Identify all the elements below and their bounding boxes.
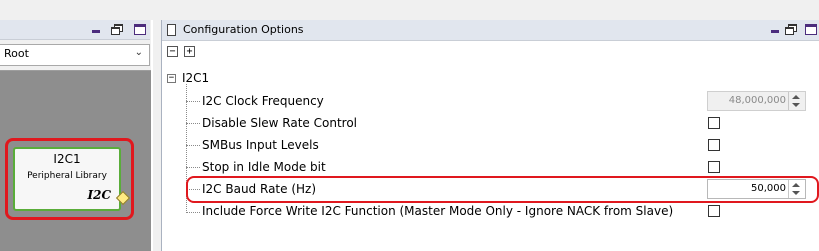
option-label-smbus-input-levels: SMBus Input Levels xyxy=(202,138,319,152)
tree-branch-line xyxy=(186,145,200,146)
clock-frequency-value: 48,000,000 xyxy=(728,95,786,106)
maximize-icon[interactable] xyxy=(805,24,817,35)
force-write-checkbox[interactable] xyxy=(708,205,720,217)
node-title: I2C1 xyxy=(53,152,81,166)
chevron-down-icon[interactable]: ⌄ xyxy=(135,47,143,58)
disable-slew-rate-checkbox[interactable] xyxy=(708,117,720,129)
baud-rate-highlight-annotation xyxy=(186,176,819,203)
tree-branch-line xyxy=(186,101,200,102)
config-panel-title: Configuration Options xyxy=(183,23,304,36)
clock-frequency-spinner[interactable]: 48,000,000 xyxy=(707,91,806,111)
spinner-down-icon[interactable] xyxy=(792,103,800,107)
option-label-disable-slew-rate: Disable Slew Rate Control xyxy=(202,116,357,130)
tree-branch-line xyxy=(186,123,200,124)
option-label-clock-frequency: I2C Clock Frequency xyxy=(202,94,324,108)
minimize-icon[interactable] xyxy=(770,24,780,34)
collapse-all-button[interactable]: − xyxy=(167,46,178,57)
tree-node-i2c1[interactable]: I2C1 xyxy=(182,71,209,85)
spinner-up-icon[interactable] xyxy=(792,95,800,99)
minimize-icon[interactable] xyxy=(91,24,101,34)
panel-gap xyxy=(153,20,161,251)
document-icon xyxy=(167,24,176,36)
stop-in-idle-checkbox[interactable] xyxy=(708,161,720,173)
configuration-options-panel: Configuration Options − + − I2C1 I2C Clo… xyxy=(161,20,819,251)
config-panel-titlebar: Configuration Options xyxy=(162,20,819,41)
tree-branch-line xyxy=(186,212,200,213)
i2c1-component-node[interactable]: I2C1 Peripheral Library I2C xyxy=(13,147,131,211)
expand-all-button[interactable]: + xyxy=(184,46,195,57)
option-label-force-write: Include Force Write I2C Function (Master… xyxy=(202,204,674,218)
smbus-input-levels-checkbox[interactable] xyxy=(708,139,720,151)
option-label-stop-in-idle: Stop in Idle Mode bit xyxy=(202,160,326,174)
node-subtitle: Peripheral Library xyxy=(27,171,107,181)
root-dropdown[interactable]: Root ⌄ xyxy=(0,44,150,66)
left-panel-titlebar xyxy=(0,20,150,40)
root-dropdown-value: Root xyxy=(4,47,29,60)
restore-window-icon[interactable] xyxy=(785,24,797,35)
tree-branch-line xyxy=(186,167,200,168)
node-badge: I2C xyxy=(87,188,111,202)
maximize-icon[interactable] xyxy=(134,24,146,35)
restore-window-icon[interactable] xyxy=(111,24,123,35)
tree-collapse-toggle[interactable]: − xyxy=(167,74,176,83)
